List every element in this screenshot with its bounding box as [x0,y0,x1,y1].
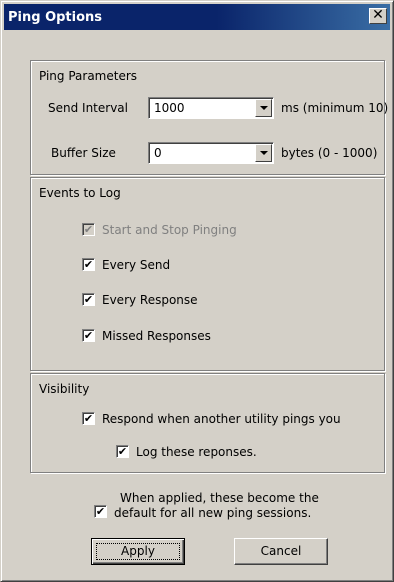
visibility-title: Visibility [39,382,90,396]
buffer-size-hint: bytes (0 - 1000) [281,146,378,160]
cancel-button[interactable]: Cancel [234,538,328,565]
visibility-group: Visibility ✔ Respond when another utilit… [30,373,385,473]
title-bar[interactable]: Ping Options ✕ [4,4,390,30]
buffer-size-value: 0 [154,146,162,160]
events-to-log-group: Events to Log ✔ Start and Stop Pinging ✔… [30,177,385,371]
check-icon: ✔ [83,329,94,342]
ping-parameters-title: Ping Parameters [39,69,138,83]
apply-button[interactable]: Apply [91,538,185,565]
log-responses-checkbox[interactable]: ✔ [116,445,129,458]
every-send-checkbox[interactable]: ✔ [82,258,95,271]
cancel-button-label: Cancel [260,544,302,558]
respond-label[interactable]: Respond when another utility pings you [102,412,341,426]
every-response-label[interactable]: Every Response [102,293,198,307]
check-icon: ✔ [95,505,106,518]
events-to-log-title: Events to Log [39,186,121,200]
defaults-label-line2[interactable]: default for all new ping sessions. [114,506,311,520]
every-send-label[interactable]: Every Send [102,258,170,272]
missed-responses-checkbox[interactable]: ✔ [82,329,95,342]
defaults-label-line1[interactable]: When applied, these become the [120,491,319,505]
missed-responses-label[interactable]: Missed Responses [102,329,211,343]
ping-parameters-group: Ping Parameters Send Interval 1000 ms (m… [30,60,389,175]
buffer-size-combo[interactable]: 0 [148,142,274,164]
chevron-down-icon[interactable] [255,99,272,117]
close-icon: ✕ [372,7,384,23]
send-interval-combo[interactable]: 1000 [148,97,274,119]
respond-checkbox[interactable]: ✔ [82,412,95,425]
check-icon: ✔ [83,412,94,425]
send-interval-label: Send Interval [48,101,128,115]
check-icon: ✔ [83,223,94,236]
chevron-down-icon[interactable] [255,144,272,162]
ping-options-dialog: Ping Options ✕ Ping Parameters Send Inte… [0,0,394,582]
start-stop-checkbox: ✔ [82,223,95,236]
buffer-size-label: Buffer Size [51,146,116,160]
close-button[interactable]: ✕ [369,8,387,24]
defaults-checkbox[interactable]: ✔ [94,505,107,518]
send-interval-hint: ms (minimum 10) [281,101,389,115]
log-responses-label[interactable]: Log these reponses. [136,445,257,459]
check-icon: ✔ [83,293,94,306]
focus-rect [96,543,180,560]
check-icon: ✔ [117,445,128,458]
start-stop-label: Start and Stop Pinging [102,223,237,237]
send-interval-value: 1000 [154,101,185,115]
check-icon: ✔ [83,258,94,271]
window-title: Ping Options [8,10,103,25]
every-response-checkbox[interactable]: ✔ [82,293,95,306]
